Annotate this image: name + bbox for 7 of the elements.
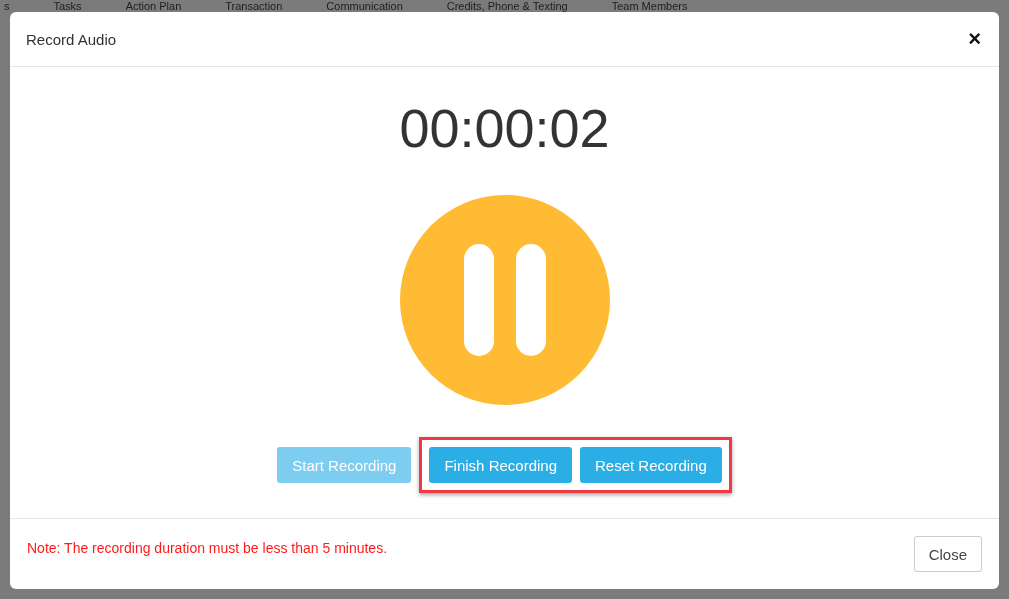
recording-button[interactable]: Reset Recording (580, 447, 722, 483)
recording-button[interactable]: Finish Recording (429, 447, 572, 483)
dialog-title: Record Audio (26, 30, 117, 48)
close-button[interactable]: Close (913, 536, 982, 572)
close-button[interactable]: × (966, 28, 983, 50)
timer-text: 00:00:02 (399, 97, 610, 159)
note-text: Note: The recording duration must be less than 5 minutes. (27, 540, 388, 556)
